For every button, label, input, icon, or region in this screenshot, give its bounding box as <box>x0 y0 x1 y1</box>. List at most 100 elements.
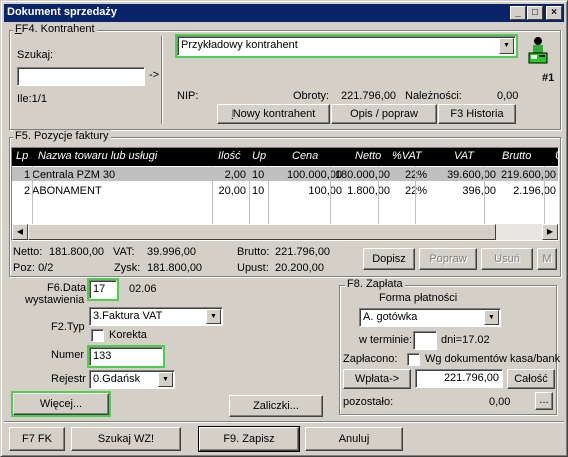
kontrahent-search-input[interactable] <box>17 67 145 86</box>
row-vat: 39.600,00 <box>447 169 496 181</box>
pozycje-table[interactable]: Lp Nazwa towaru lub usługi Ilość Up Cena… <box>11 147 559 241</box>
cashier-icon <box>527 35 549 67</box>
numer-label: Numer <box>51 349 85 361</box>
col-vat-pct[interactable]: %VAT <box>392 150 422 162</box>
row-nazwa: ABONAMENT <box>32 185 102 197</box>
brutto-value: 221.796,00 <box>275 246 331 258</box>
kontrahent-select-value: Przykładowy kontrahent <box>181 39 298 51</box>
zysk-label: Zysk: <box>114 262 141 274</box>
brutto-label: Brutto: <box>237 246 270 258</box>
col-netto[interactable]: Netto <box>355 150 381 162</box>
numer-input[interactable]: 133 <box>87 345 165 368</box>
data-label-2: wystawienia <box>25 294 85 306</box>
col-divider <box>415 166 416 226</box>
window-title: Dokument sprzedaży <box>7 6 118 18</box>
m-button[interactable]: M <box>537 248 557 270</box>
usun-button[interactable]: Usuń <box>481 248 533 270</box>
search-arrow[interactable]: -> <box>149 69 159 81</box>
wplata-button[interactable]: Wpłata-> <box>343 369 411 389</box>
anuluj-button[interactable]: Anuluj <box>305 427 403 451</box>
row-netto: 180.000,00 <box>334 169 390 181</box>
col-brutto[interactable]: Brutto <box>502 150 531 162</box>
dopisz-button[interactable]: Dopisz <box>363 248 415 270</box>
col-divider <box>212 166 213 226</box>
typ-label: F2.Typ <box>51 321 85 333</box>
search-count: Ile:1/1 <box>17 93 47 105</box>
col-divider <box>330 166 331 226</box>
col-lp[interactable]: Lp <box>16 150 28 162</box>
data-day-input[interactable]: 17 <box>87 278 119 301</box>
search-label: Szukaj: <box>17 49 54 61</box>
pozycje-group-label: F5. Pozycje faktury <box>13 130 111 142</box>
col-u[interactable]: U <box>555 150 558 162</box>
calosc-button[interactable]: Całość <box>507 369 555 389</box>
wg-dokumentow-label: Wg dokumentów kasa/bank <box>425 353 561 365</box>
historia-button[interactable]: F3 Historia <box>438 104 516 124</box>
col-divider <box>544 166 545 226</box>
obroty-label: Obroty: <box>293 90 330 102</box>
chevron-down-icon[interactable]: ▼ <box>499 38 514 54</box>
fk-button[interactable]: F7 FK <box>9 427 65 451</box>
upust-value: 20.200,00 <box>275 262 324 274</box>
pozostalo-value: 0,00 <box>489 396 511 408</box>
title-bar[interactable]: Dokument sprzedaży _ □ × <box>4 4 564 22</box>
pozostalo-label: pozostało: <box>343 396 394 408</box>
chevron-down-icon[interactable]: ▼ <box>484 310 499 325</box>
termin-input[interactable] <box>413 331 437 350</box>
zysk-value: 181.800,00 <box>147 262 203 274</box>
close-icon[interactable]: × <box>546 6 562 20</box>
zaplacono-label: Zapłacono: <box>343 353 398 365</box>
col-divider <box>378 166 379 226</box>
netto-label: Netto: <box>13 246 43 258</box>
forma-select-value: A. gotówka <box>363 311 418 323</box>
table-row[interactable]: 1 Centrala PZM 30 2,00 10 100.000,00 180… <box>12 167 558 181</box>
col-cena[interactable]: Cena <box>292 150 318 162</box>
row-netto: 1.800,00 <box>347 185 390 197</box>
bottom-divider <box>4 421 564 422</box>
col-ilosc[interactable]: Ilość <box>218 150 241 162</box>
wiecej-button[interactable]: Więcej... <box>11 391 111 417</box>
zapisz-button[interactable]: F9. Zapisz <box>198 426 300 452</box>
scroll-right-icon[interactable]: ▶ <box>542 224 558 240</box>
termin-label: w terminie: <box>359 334 413 346</box>
nip-label: NIP: <box>177 90 199 102</box>
korekta-checkbox[interactable] <box>91 329 104 342</box>
opis-popraw-button[interactable]: Opis / popraw <box>331 104 437 124</box>
scroll-left-icon[interactable]: ◀ <box>12 224 28 240</box>
typ-select[interactable]: 3.Faktura VAT ▼ <box>89 307 223 326</box>
col-nazwa[interactable]: Nazwa towaru lub usługi <box>38 150 157 162</box>
szukaj-wz-button[interactable]: Szukaj WZ! <box>71 427 181 451</box>
forma-select[interactable]: A. gotówka ▼ <box>359 308 501 327</box>
col-divider <box>249 166 250 226</box>
maximize-icon[interactable]: □ <box>527 6 543 20</box>
wplata-input[interactable]: 221.796,00 <box>415 369 503 388</box>
naleznosci-value: 0,00 <box>497 90 519 102</box>
row-cena: 100.000,00 <box>286 169 342 181</box>
col-divider <box>484 166 485 226</box>
obroty-value: 221.796,00 <box>341 90 397 102</box>
pozostalo-more-button[interactable]: ... <box>535 392 553 410</box>
col-vat[interactable]: VAT <box>454 150 474 162</box>
zaliczki-button[interactable]: Zaliczki... <box>229 395 323 417</box>
wg-dokumentow-checkbox[interactable] <box>407 353 420 366</box>
chevron-down-icon[interactable]: ▼ <box>206 309 221 324</box>
popraw-button[interactable]: Popraw <box>419 248 477 270</box>
kontrahent-select[interactable]: Przykładowy kontrahent ▼ <box>175 34 518 58</box>
korekta-label: Korekta <box>109 329 147 341</box>
horizontal-scrollbar[interactable]: ◀ ▶ <box>12 224 558 240</box>
col-up[interactable]: Up <box>252 150 266 162</box>
typ-select-value: 3.Faktura VAT <box>93 310 163 322</box>
chevron-down-icon[interactable]: ▼ <box>158 372 173 387</box>
row-vat: 396,00 <box>462 185 496 197</box>
dokument-sprzedazy-window: Dokument sprzedaży _ □ × FF4. Kontrahent… <box>0 0 568 457</box>
kontrahent-divider <box>161 36 162 124</box>
rejestr-select[interactable]: 0.Gdańsk ▼ <box>89 370 175 389</box>
nowy-kontrahent-button[interactable]: NNowy kontrahent <box>217 104 330 124</box>
table-row[interactable]: 2 ABONAMENT 20,00 10 100,00 1.800,00 22%… <box>12 183 558 197</box>
data-month: 02.06 <box>129 283 157 295</box>
rejestr-label: Rejestr <box>51 373 86 385</box>
zaplata-group-label: F8. Zapłata <box>345 278 405 290</box>
forma-label: Forma płatności <box>379 292 458 304</box>
minimize-icon[interactable]: _ <box>510 6 526 20</box>
scroll-thumb[interactable] <box>28 224 496 240</box>
